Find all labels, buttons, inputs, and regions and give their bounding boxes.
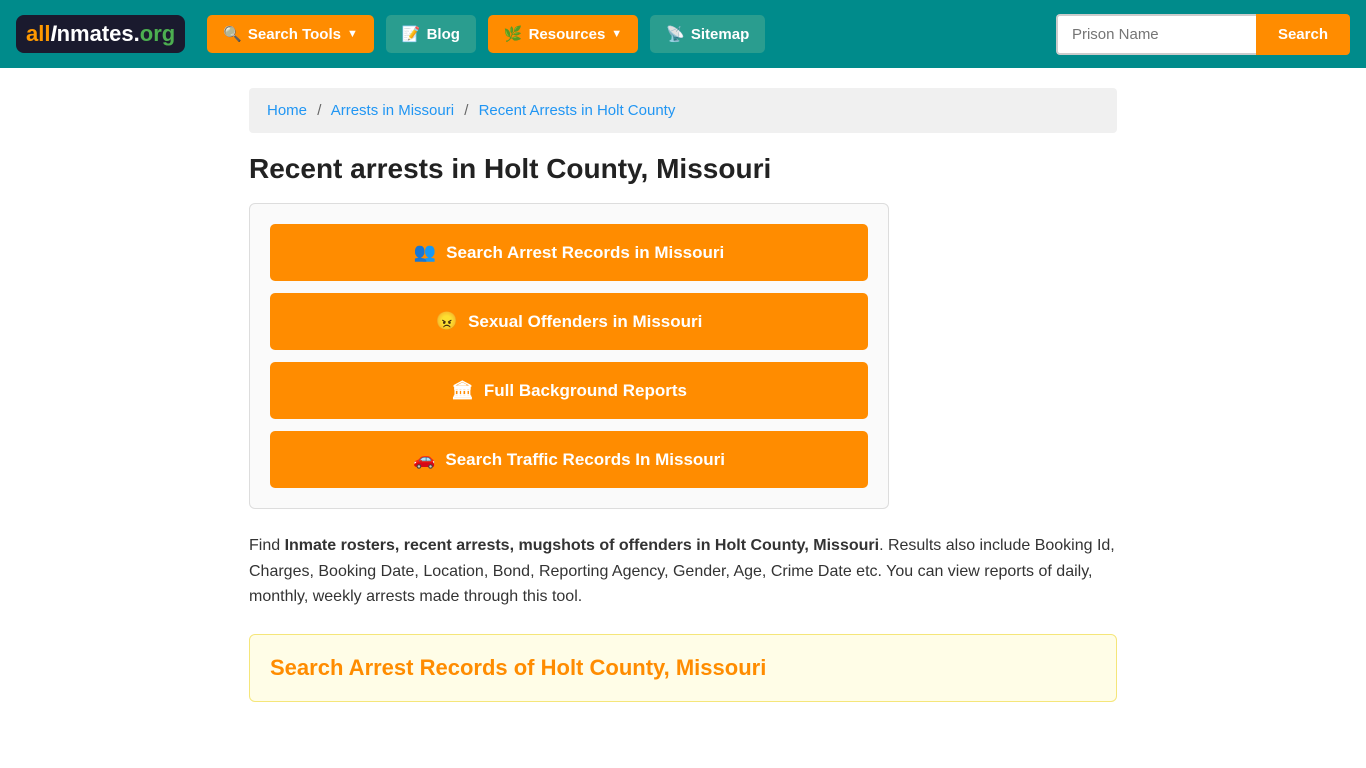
sexual-offenders-button[interactable]: 😠 Sexual Offenders in Missouri xyxy=(270,293,868,350)
blog-icon: 📝 xyxy=(402,25,421,43)
page-title: Recent arrests in Holt County, Missouri xyxy=(249,153,1117,185)
sitemap-button[interactable]: 📡 Sitemap xyxy=(650,15,765,53)
breadcrumb-separator-2: / xyxy=(464,102,468,119)
search-tools-icon: 🔍 xyxy=(223,25,242,43)
traffic-records-label: Search Traffic Records In Missouri xyxy=(445,450,725,470)
background-reports-button[interactable]: 🏛 Full Background Reports xyxy=(270,362,868,419)
breadcrumb: Home / Arrests in Missouri / Recent Arre… xyxy=(249,88,1117,133)
page-description: Find Inmate rosters, recent arrests, mug… xyxy=(249,533,1117,610)
search-tools-label: Search Tools xyxy=(248,26,341,43)
background-reports-label: Full Background Reports xyxy=(484,381,687,401)
resources-label: Resources xyxy=(529,26,606,43)
traffic-records-button[interactable]: 🚗 Search Traffic Records In Missouri xyxy=(270,431,868,488)
search-tools-chevron-icon: ▼ xyxy=(347,28,358,40)
blog-label: Blog xyxy=(427,26,460,43)
main-content: Home / Arrests in Missouri / Recent Arre… xyxy=(233,68,1133,722)
arrest-records-label: Search Arrest Records in Missouri xyxy=(446,243,724,263)
arrest-records-icon: 👥 xyxy=(414,242,436,263)
sitemap-icon: 📡 xyxy=(666,25,685,43)
breadcrumb-arrests-link[interactable]: Arrests in Missouri xyxy=(331,102,454,119)
section-title: Search Arrest Records of Holt County, Mi… xyxy=(270,655,1096,681)
site-logo[interactable]: allInmates.org xyxy=(16,15,185,53)
blog-button[interactable]: 📝 Blog xyxy=(386,15,476,53)
resources-chevron-icon: ▼ xyxy=(611,28,622,40)
resources-button[interactable]: 🌿 Resources ▼ xyxy=(488,15,638,53)
sexual-offenders-icon: 😠 xyxy=(436,311,458,332)
background-reports-icon: 🏛 xyxy=(451,380,474,401)
site-header: allInmates.org 🔍 Search Tools ▼ 📝 Blog 🌿… xyxy=(0,0,1366,68)
sexual-offenders-label: Sexual Offenders in Missouri xyxy=(468,312,702,332)
sitemap-label: Sitemap xyxy=(691,26,749,43)
resources-icon: 🌿 xyxy=(504,25,523,43)
search-tools-button[interactable]: 🔍 Search Tools ▼ xyxy=(207,15,374,53)
section-box: Search Arrest Records of Holt County, Mi… xyxy=(249,634,1117,702)
header-search-button[interactable]: Search xyxy=(1256,14,1350,55)
description-bold: Inmate rosters, recent arrests, mugshots… xyxy=(285,537,879,554)
breadcrumb-separator-1: / xyxy=(317,102,321,119)
header-search-bar: Search xyxy=(1056,14,1350,55)
description-part1: Find xyxy=(249,537,285,554)
search-button-label: Search xyxy=(1278,26,1328,43)
prison-name-input[interactable] xyxy=(1056,14,1256,55)
action-buttons-box: 👥 Search Arrest Records in Missouri 😠 Se… xyxy=(249,203,889,509)
search-arrest-records-button[interactable]: 👥 Search Arrest Records in Missouri xyxy=(270,224,868,281)
traffic-records-icon: 🚗 xyxy=(413,449,435,470)
breadcrumb-home-link[interactable]: Home xyxy=(267,102,307,119)
breadcrumb-current: Recent Arrests in Holt County xyxy=(479,102,676,119)
